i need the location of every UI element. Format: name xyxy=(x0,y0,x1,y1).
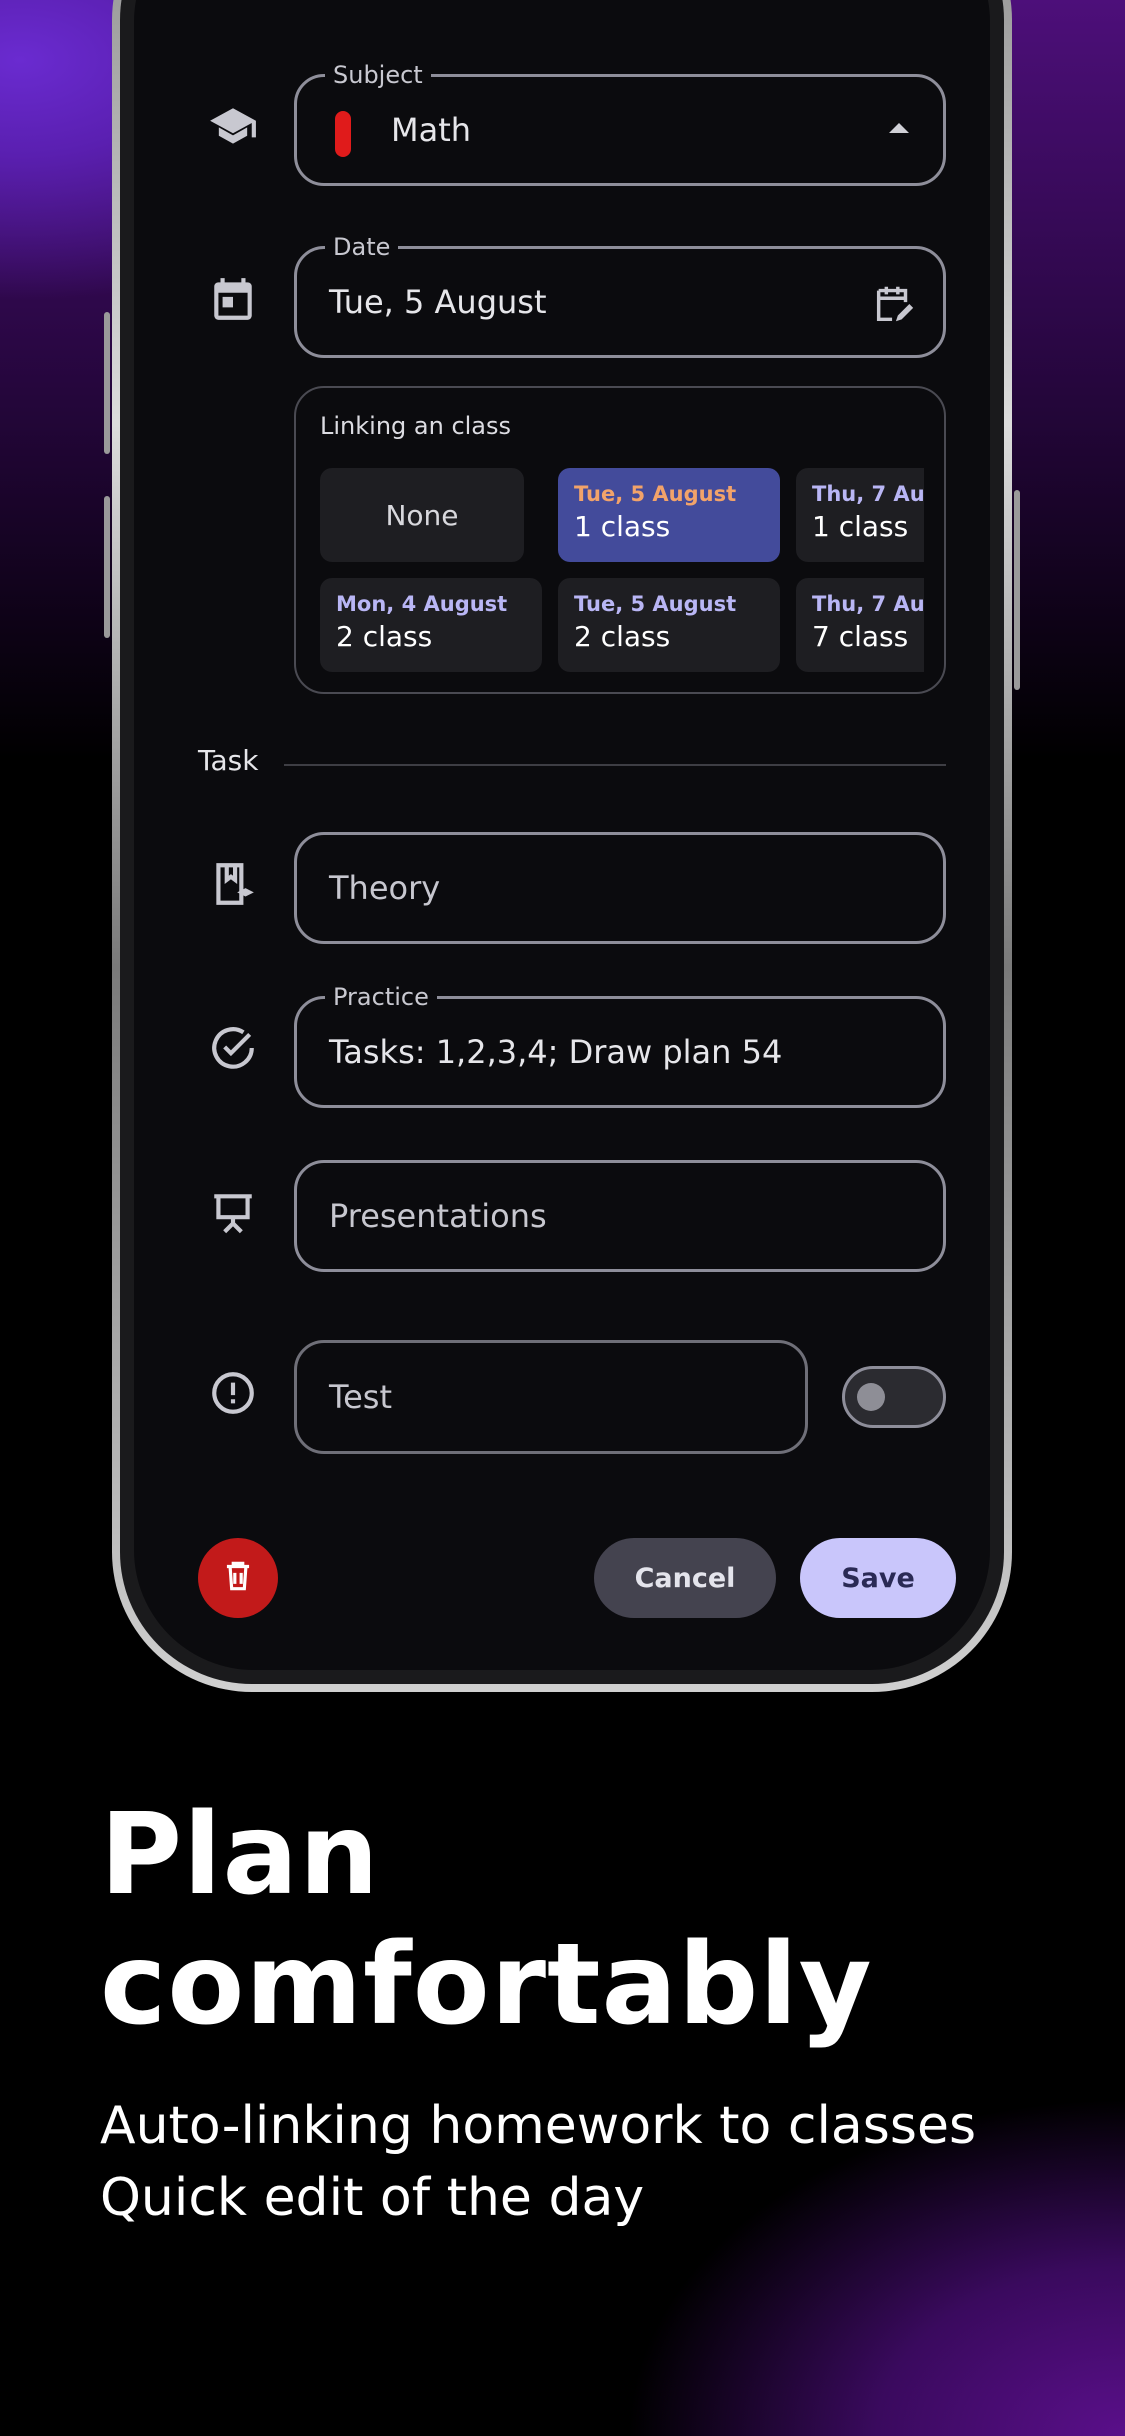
book-bookmark-icon xyxy=(208,859,258,909)
check-circle-icon xyxy=(208,1024,258,1074)
practice-input[interactable]: Practice Tasks: 1,2,3,4; Draw plan 54 xyxy=(294,984,946,1108)
promo-headline: Plan comfortably xyxy=(100,1790,1060,2050)
test-input[interactable]: Test xyxy=(294,1340,808,1454)
task-section-label: Task xyxy=(198,744,259,777)
subtitle-line-2: Quick edit of the day xyxy=(100,2168,645,2228)
subject-select[interactable]: Subject Math xyxy=(294,62,946,186)
alert-circle-icon xyxy=(208,1368,258,1418)
cancel-button[interactable]: Cancel xyxy=(594,1538,776,1618)
practice-value: Tasks: 1,2,3,4; Draw plan 54 xyxy=(329,1033,783,1071)
phone-power-button xyxy=(1014,490,1020,690)
linking-class-card: Linking an class None Tue, 5 August 1 cl… xyxy=(294,386,946,694)
dropdown-arrow-icon[interactable] xyxy=(889,123,909,133)
calendar-icon xyxy=(208,274,258,324)
trash-icon xyxy=(219,1557,257,1599)
toggle-knob xyxy=(857,1383,885,1411)
class-chip[interactable]: Thu, 7 August 1 class xyxy=(796,468,924,562)
graduation-cap-icon xyxy=(208,102,258,152)
test-toggle[interactable] xyxy=(842,1366,946,1428)
headline-line-2: comfortably xyxy=(100,1920,873,2050)
headline-line-1: Plan xyxy=(100,1790,380,1920)
class-chip[interactable]: Tue, 5 August 1 class xyxy=(558,468,780,562)
chip-none[interactable]: None xyxy=(320,468,524,562)
date-field[interactable]: Date Tue, 5 August xyxy=(294,234,946,358)
delete-button[interactable] xyxy=(198,1538,278,1618)
test-placeholder: Test xyxy=(329,1378,393,1416)
class-chip[interactable]: Tue, 5 August 2 class xyxy=(558,578,780,672)
phone-volume-down xyxy=(104,496,110,638)
phone-volume-up xyxy=(104,312,110,454)
presentations-input[interactable]: Presentations xyxy=(294,1160,946,1272)
save-button[interactable]: Save xyxy=(800,1538,956,1618)
phone-frame: Subject Math Date Tue, 5 August Linking … xyxy=(112,0,1012,1692)
presentation-icon xyxy=(208,1188,258,1238)
linking-title: Linking an class xyxy=(320,412,512,440)
section-divider xyxy=(284,764,946,766)
subject-value: Math xyxy=(391,111,472,149)
presentations-placeholder: Presentations xyxy=(329,1197,547,1235)
class-chip[interactable]: Mon, 4 August 2 class xyxy=(320,578,542,672)
promo-subtitle: Auto-linking homework to classes Quick e… xyxy=(100,2090,1080,2234)
class-chip[interactable]: Thu, 7 August 7 class xyxy=(796,578,924,672)
app-screen: Subject Math Date Tue, 5 August Linking … xyxy=(134,0,990,1670)
theory-input[interactable]: Theory xyxy=(294,832,946,944)
subtitle-line-1: Auto-linking homework to classes xyxy=(100,2096,977,2156)
calendar-edit-icon[interactable] xyxy=(871,281,917,327)
subject-color-marker xyxy=(335,111,351,157)
theory-placeholder: Theory xyxy=(329,869,441,907)
date-value: Tue, 5 August xyxy=(329,283,547,321)
